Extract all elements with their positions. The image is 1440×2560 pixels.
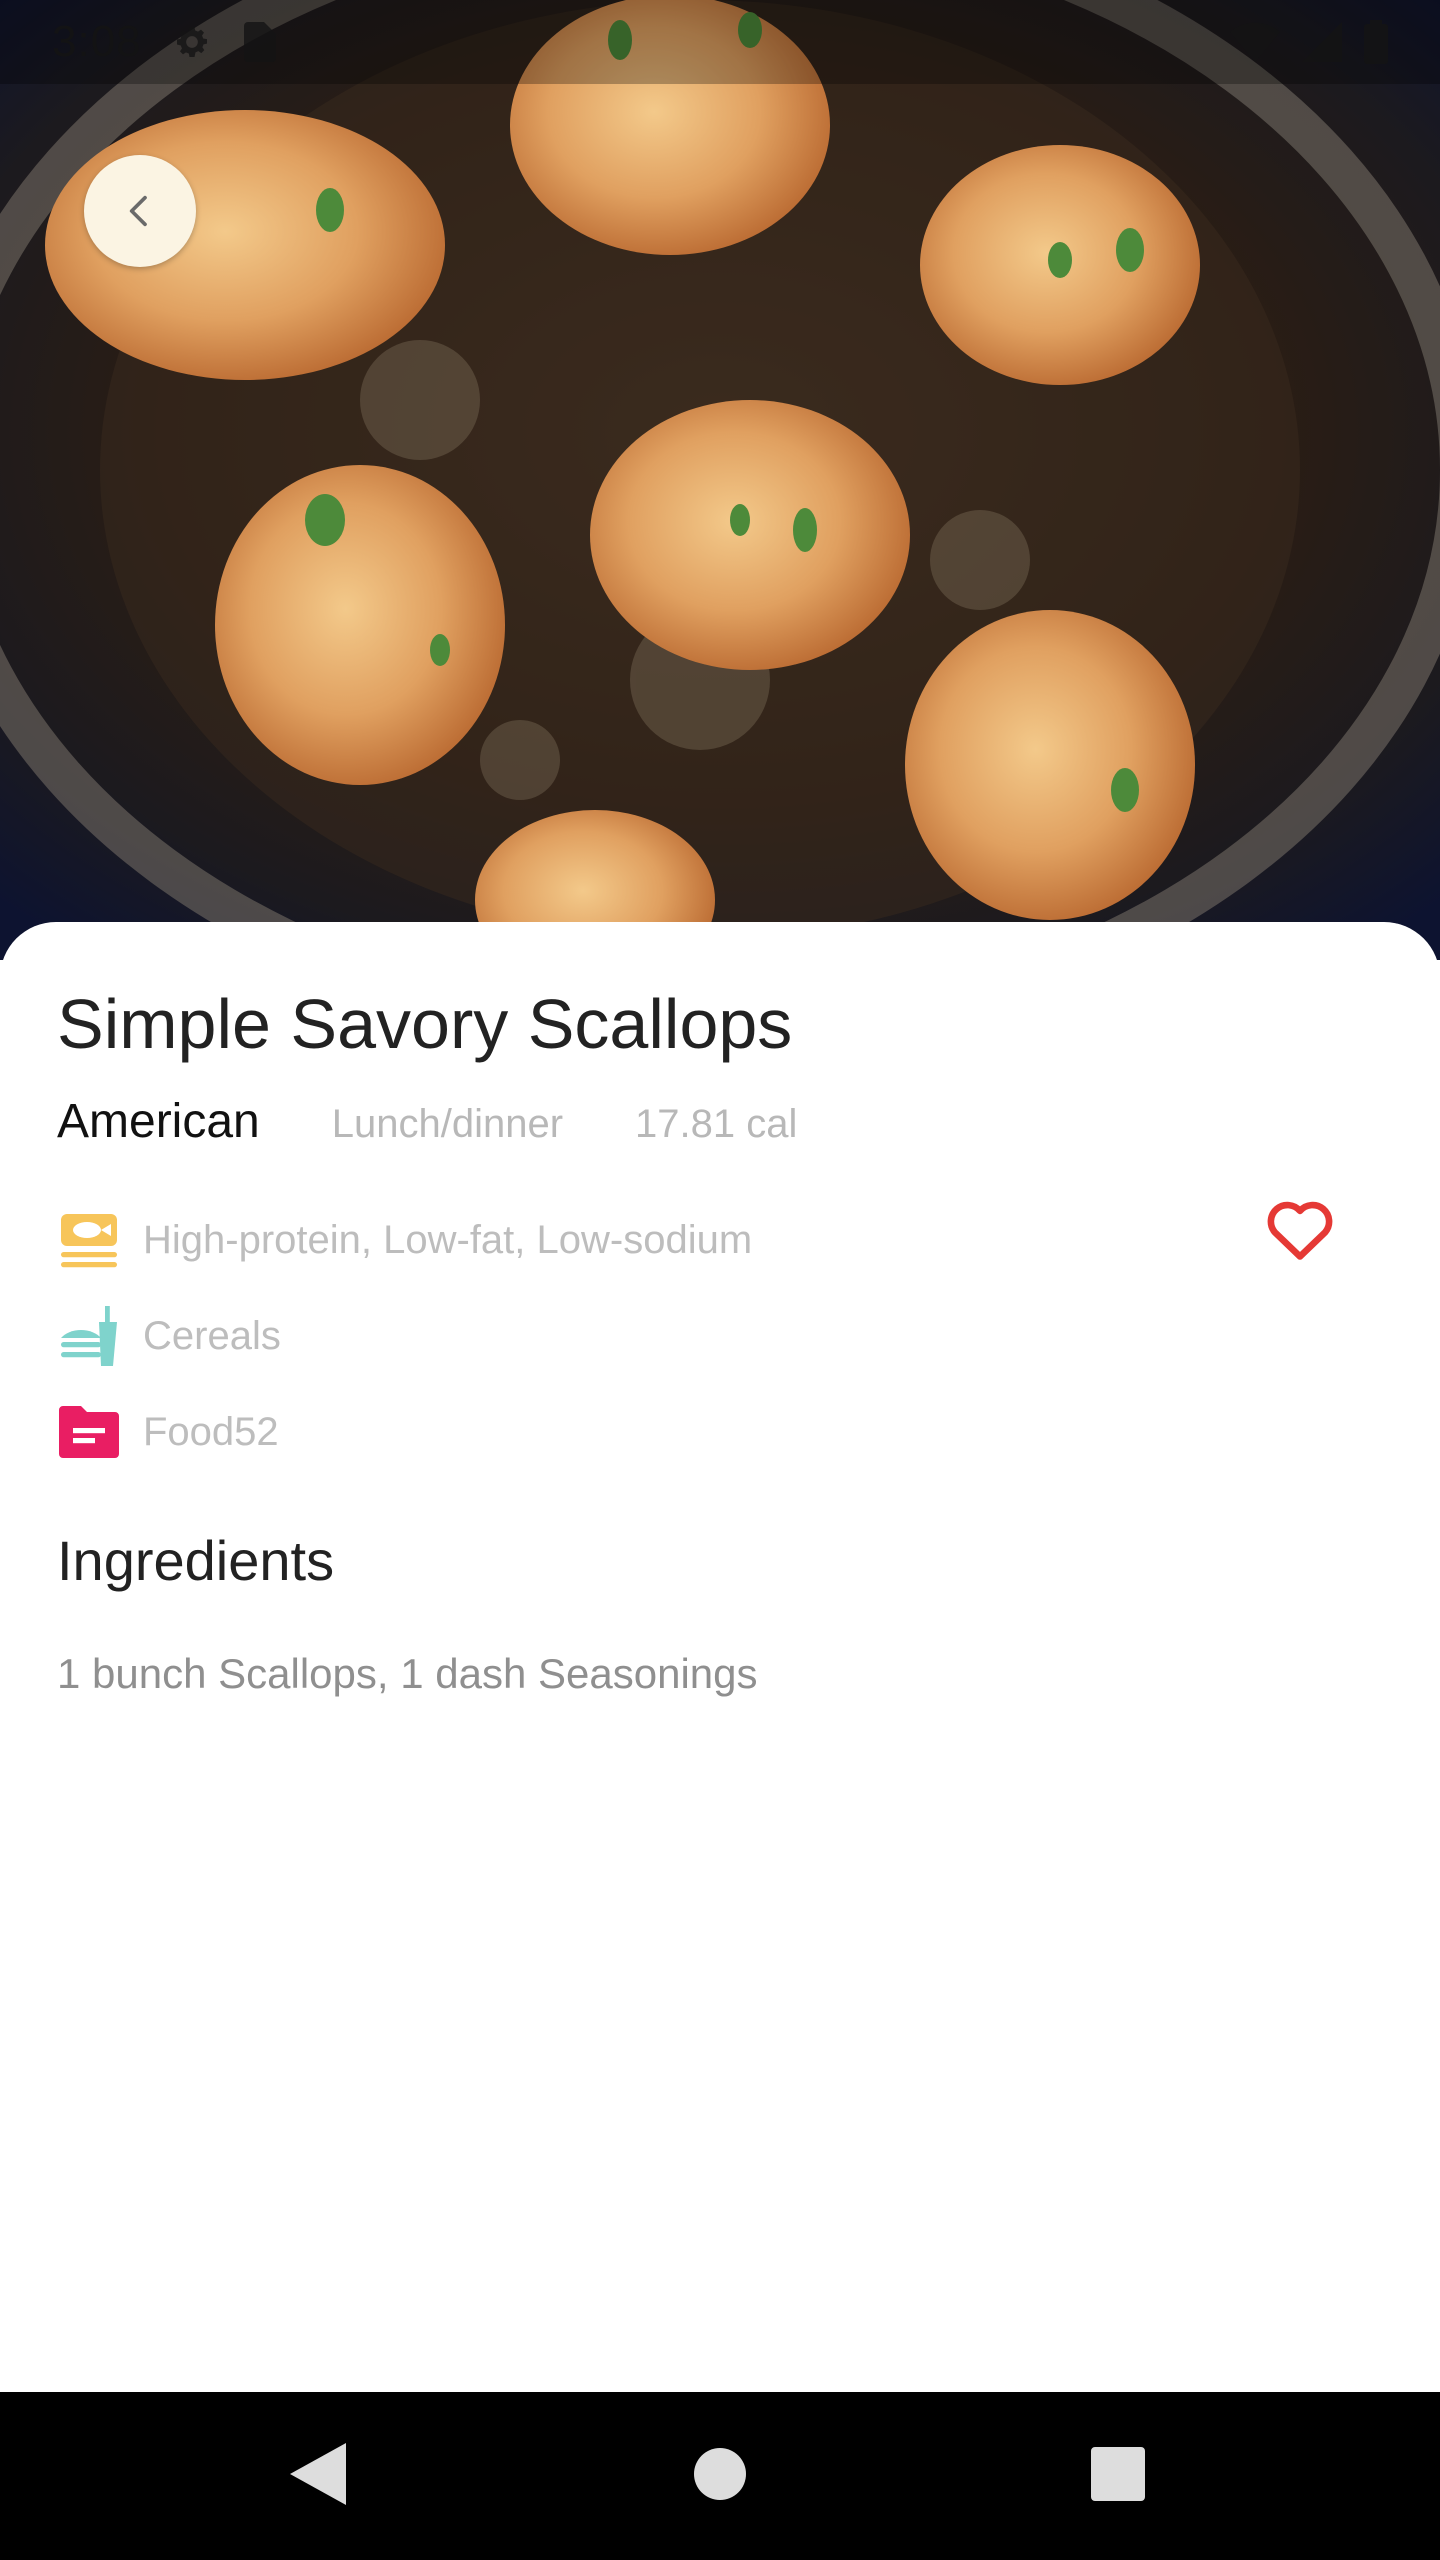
chevron-left-icon (120, 191, 160, 231)
triangle-back-icon (290, 2442, 346, 2510)
ingredients-text: 1 bunch Scallops, 1 dash Seasonings (57, 1650, 758, 1697)
health-labels-text: High-protein, Low-fat, Low-sodium (143, 1217, 753, 1262)
status-bar: 3:08 (0, 0, 1440, 84)
meal-type-label: Lunch/dinner (331, 1102, 564, 1146)
folder-icon (57, 1400, 121, 1464)
recipe-meta-row: American Lunch/dinner 17.81 cal (57, 1094, 797, 1149)
signal-icon (1302, 22, 1342, 62)
recipe-title: Simple Savory Scallops (57, 985, 793, 1063)
fish-plate-icon (57, 1208, 121, 1272)
source-text: Food52 (143, 1409, 279, 1454)
ingredients-heading: Ingredients (57, 1529, 335, 1592)
source-row: Food52 (57, 1400, 279, 1464)
system-navigation-bar (0, 2392, 1440, 2560)
back-button[interactable] (84, 155, 196, 267)
square-recents-icon (1091, 2446, 1145, 2506)
circle-home-icon (694, 2447, 746, 2505)
health-labels-row: High-protein, Low-fat, Low-sodium (57, 1208, 752, 1272)
dish-type-text: Cereals (143, 1313, 281, 1358)
cuisine-label: American (57, 1095, 260, 1148)
battery-icon (1364, 20, 1388, 64)
sim-card-icon (242, 22, 276, 62)
fast-food-icon (57, 1304, 121, 1368)
heart-outline-icon (1263, 1195, 1337, 1266)
recipe-details-sheet: Simple Savory Scallops American Lunch/di… (0, 922, 1440, 2392)
calories-label: 17.81 cal (635, 1102, 798, 1146)
nav-back-button[interactable] (238, 2392, 398, 2560)
gear-icon (172, 22, 212, 62)
status-time: 3:08 (52, 17, 142, 66)
recipe-hero-image: 3:08 (0, 0, 1440, 960)
favorite-button[interactable] (1256, 1186, 1344, 1274)
nav-recents-button[interactable] (1038, 2392, 1198, 2560)
dish-type-row: Cereals (57, 1304, 281, 1368)
nav-home-button[interactable] (640, 2392, 800, 2560)
wifi-icon (1230, 22, 1280, 62)
